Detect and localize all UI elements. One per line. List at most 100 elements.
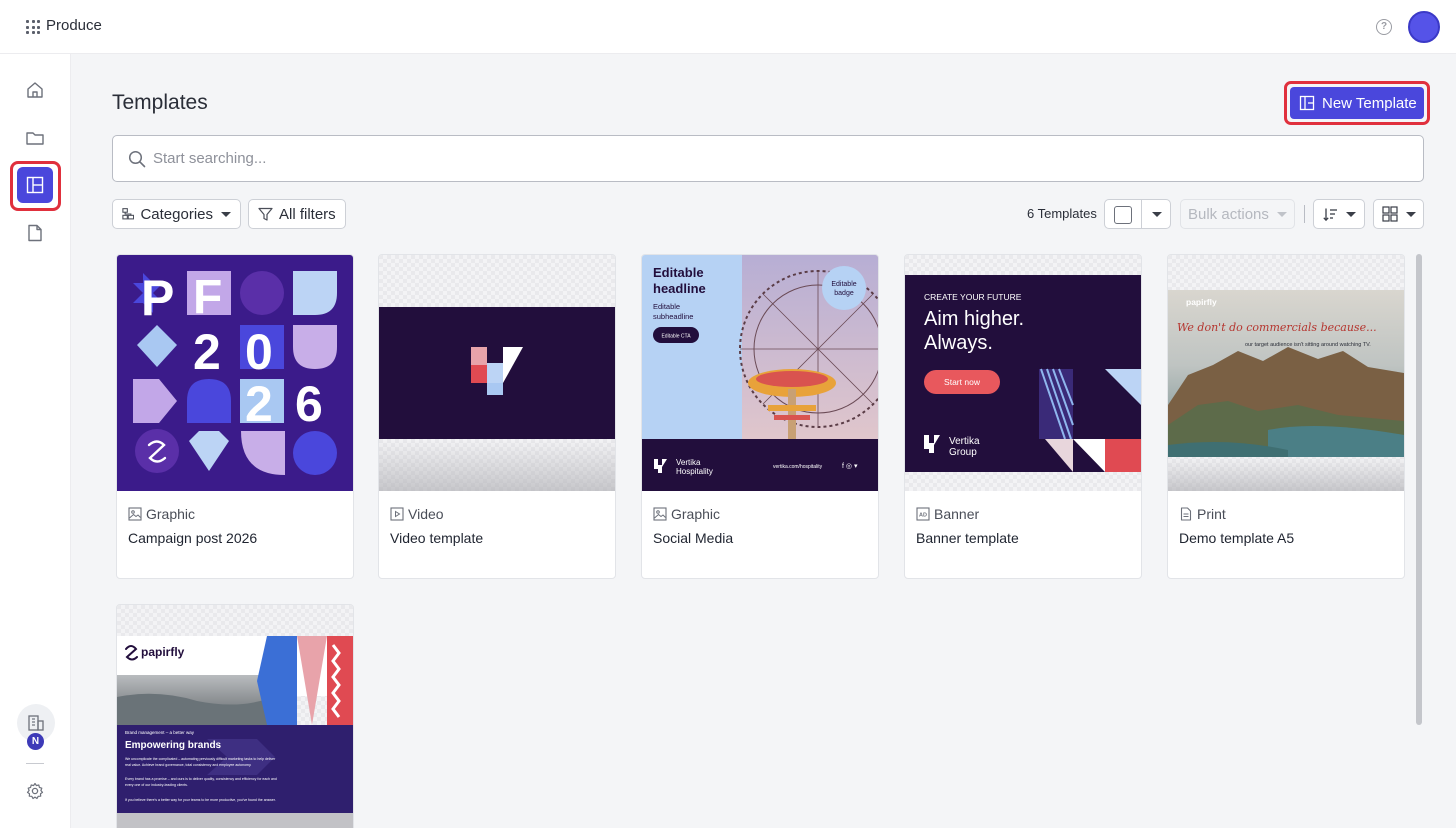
template-type: Graphic (128, 506, 195, 522)
app-name[interactable]: Produce (46, 17, 102, 34)
template-thumbnail: papirfly Brand management – a better way… (117, 605, 353, 828)
campaign-thumbnail-art: P F 2 0 2 6 (117, 255, 353, 491)
campaign-digit-0: 0 (245, 324, 273, 380)
campaign-letter-f: F (193, 271, 222, 324)
scrollbar[interactable] (1416, 254, 1422, 725)
chevron-down-icon (1151, 211, 1162, 217)
template-card[interactable]: Editable badge Editable headline Editabl… (641, 254, 879, 579)
toolbar-divider (1304, 205, 1305, 223)
brand-body-1: We uncomplicate the complicated – automa… (125, 757, 276, 761)
new-template-button[interactable]: New Template (1290, 87, 1424, 119)
document-icon (1180, 507, 1192, 521)
grid-icon[interactable] (26, 20, 40, 34)
template-card[interactable]: Video Video template (378, 254, 616, 579)
social-brand-line2: Hospitality (676, 467, 713, 476)
gear-icon (26, 782, 44, 800)
template-type-label: Video (408, 506, 444, 522)
search-icon (128, 150, 146, 168)
grid-view-icon (1382, 206, 1398, 222)
filter-icon (258, 207, 273, 221)
template-thumbnail: Editable badge Editable headline Editabl… (642, 255, 878, 491)
building-icon (28, 715, 44, 731)
template-name[interactable]: Social Media (653, 530, 733, 546)
template-card[interactable]: papirfly We don't do commercials because… (1167, 254, 1405, 579)
template-type: AD Banner (916, 506, 979, 522)
sidebar-item-settings[interactable] (17, 773, 53, 809)
banner-eyebrow: CREATE YOUR FUTURE (924, 292, 1022, 302)
select-dropdown-button[interactable] (1142, 200, 1171, 228)
social-badge-line1: Editable (831, 281, 856, 288)
templates-icon (26, 176, 44, 194)
template-name[interactable]: Demo template A5 (1179, 530, 1294, 546)
sidebar-item-templates[interactable] (17, 167, 53, 203)
campaign-digit-2b: 2 (245, 376, 273, 432)
video-icon (390, 507, 404, 521)
template-thumbnail: CREATE YOUR FUTURE Aim higher. Always. S… (905, 255, 1141, 491)
all-filters-label: All filters (279, 205, 336, 223)
social-thumbnail-art: Editable badge Editable headline Editabl… (642, 255, 878, 491)
help-circle-icon[interactable]: ? (1376, 19, 1392, 35)
new-template-label: New Template (1322, 94, 1417, 112)
svg-text:AD: AD (919, 512, 927, 518)
image-icon (128, 507, 142, 521)
top-bar: Produce ? (0, 0, 1456, 54)
search-box (112, 135, 1424, 182)
campaign-digit-6: 6 (295, 376, 323, 432)
template-name[interactable]: Video template (390, 530, 483, 546)
campaign-letter-p: P (141, 270, 174, 326)
campaign-digit-2: 2 (193, 324, 221, 380)
thumbnail-fade (1168, 457, 1404, 491)
select-all-checkbox[interactable] (1114, 206, 1132, 224)
brand-logo-text: papirfly (141, 645, 185, 659)
template-card[interactable]: P F 2 0 2 6 Graphic Campaign post 2026 (116, 254, 354, 579)
template-thumbnail: papirfly We don't do commercials because… (1168, 255, 1404, 491)
template-count: 6 Templates (1027, 206, 1097, 221)
brand-kicker: Brand management – a better way (125, 730, 195, 735)
template-name[interactable]: Campaign post 2026 (128, 530, 257, 546)
brand-thumbnail-art: papirfly Brand management – a better way… (117, 636, 353, 828)
all-filters-button[interactable]: All filters (248, 199, 346, 229)
bulk-actions-dropdown[interactable]: Bulk actions (1180, 199, 1295, 229)
social-cta: Editable CTA (661, 334, 691, 340)
folder-icon (26, 132, 44, 145)
sidebar-item-home[interactable] (17, 72, 53, 108)
categories-dropdown[interactable]: Categories (112, 199, 241, 229)
template-card[interactable]: CREATE YOUR FUTURE Aim higher. Always. S… (904, 254, 1142, 579)
template-type: Print (1179, 506, 1226, 522)
sidebar-item-folder[interactable] (17, 120, 53, 156)
banner-headline-2: Always. (924, 332, 993, 354)
social-subheadline-line2: subheadline (653, 312, 693, 321)
brand-body-3: If you believe there's a better way for … (125, 798, 276, 802)
social-icons: f ◎ ▾ (842, 463, 858, 470)
brand-headline: Empowering brands (125, 740, 222, 751)
banner-brand-1: Vertika (949, 436, 980, 447)
avatar[interactable] (1408, 11, 1440, 43)
select-all-control (1104, 199, 1171, 229)
social-url: vertika.com/hospitality (773, 464, 823, 470)
categories-icon (122, 208, 135, 220)
view-mode-dropdown[interactable] (1373, 199, 1424, 229)
document-icon (28, 224, 42, 242)
template-name[interactable]: Banner template (916, 530, 1019, 546)
chevron-down-icon (1276, 211, 1287, 217)
sort-dropdown[interactable] (1313, 199, 1365, 229)
page-title: Templates (112, 91, 208, 114)
print-sub: our target audience isn't sitting around… (1245, 342, 1371, 348)
search-input[interactable] (153, 136, 1353, 181)
banner-cta: Start now (944, 377, 981, 387)
bulk-actions-label: Bulk actions (1188, 205, 1269, 223)
template-card[interactable]: papirfly Brand management – a better way… (116, 604, 354, 828)
banner-thumbnail-art: CREATE YOUR FUTURE Aim higher. Always. S… (905, 275, 1141, 472)
new-template-icon (1299, 95, 1315, 111)
image-icon (653, 507, 667, 521)
chevron-down-icon (1406, 211, 1416, 217)
banner-headline-1: Aim higher. (924, 308, 1024, 330)
template-thumbnail: P F 2 0 2 6 (117, 255, 353, 491)
banner-brand-2: Group (949, 447, 977, 458)
template-type: Video (390, 506, 444, 522)
social-brand-line1: Vertika (676, 458, 701, 467)
template-type-label: Banner (934, 506, 980, 522)
ad-icon: AD (916, 507, 930, 521)
sidebar-item-documents[interactable] (17, 215, 53, 251)
social-subheadline-line1: Editable (653, 302, 680, 311)
